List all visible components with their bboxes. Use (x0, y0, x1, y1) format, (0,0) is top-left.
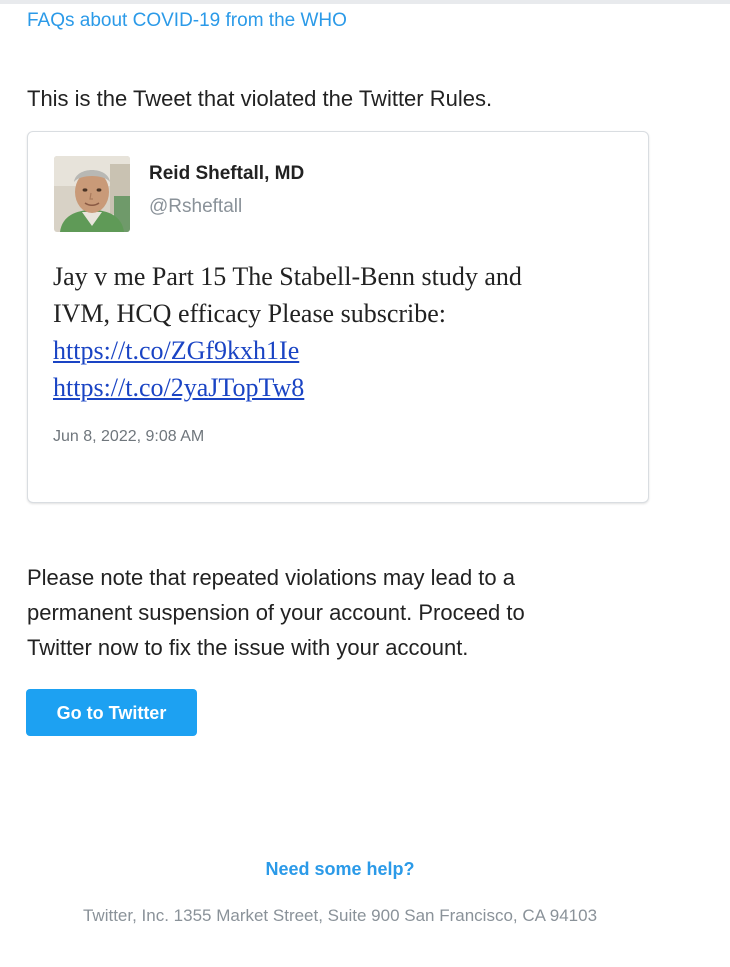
tweet-text-line: Jay v me Part 15 The Stabell-Benn study … (53, 262, 522, 291)
warning-text-line: Twitter now to fix the issue with your a… (27, 635, 469, 660)
tweet-card: Reid Sheftall, MD @Rsheftall Jay v me Pa… (27, 131, 649, 503)
tweet-author-name[interactable]: Reid Sheftall, MD (149, 163, 304, 185)
avatar[interactable] (54, 156, 130, 232)
tweet-timestamp: Jun 8, 2022, 9:08 AM (53, 428, 205, 445)
tweet-link[interactable]: https://t.co/ZGf9kxh1Ie (53, 332, 633, 369)
warning-text: Please note that repeated violations may… (27, 560, 627, 665)
go-to-twitter-button[interactable]: Go to Twitter (26, 689, 197, 736)
warning-text-line: permanent suspension of your account. Pr… (27, 600, 525, 625)
intro-text: This is the Tweet that violated the Twit… (27, 86, 493, 111)
faq-link[interactable]: FAQs about COVID-19 from the WHO (27, 10, 347, 32)
footer-address: Twitter, Inc. 1355 Market Street, Suite … (82, 906, 598, 925)
profile-photo-icon (54, 156, 130, 232)
tweet-author-handle[interactable]: @Rsheftall (149, 196, 242, 218)
tweet-body: Jay v me Part 15 The Stabell-Benn study … (53, 258, 633, 406)
top-divider (0, 0, 730, 4)
tweet-link[interactable]: https://t.co/2yaJTopTw8 (53, 369, 633, 406)
help-link[interactable]: Need some help? (0, 859, 680, 880)
tweet-text-line: IVM, HCQ efficacy Please subscribe: (53, 299, 447, 328)
warning-text-line: Please note that repeated violations may… (27, 565, 515, 590)
